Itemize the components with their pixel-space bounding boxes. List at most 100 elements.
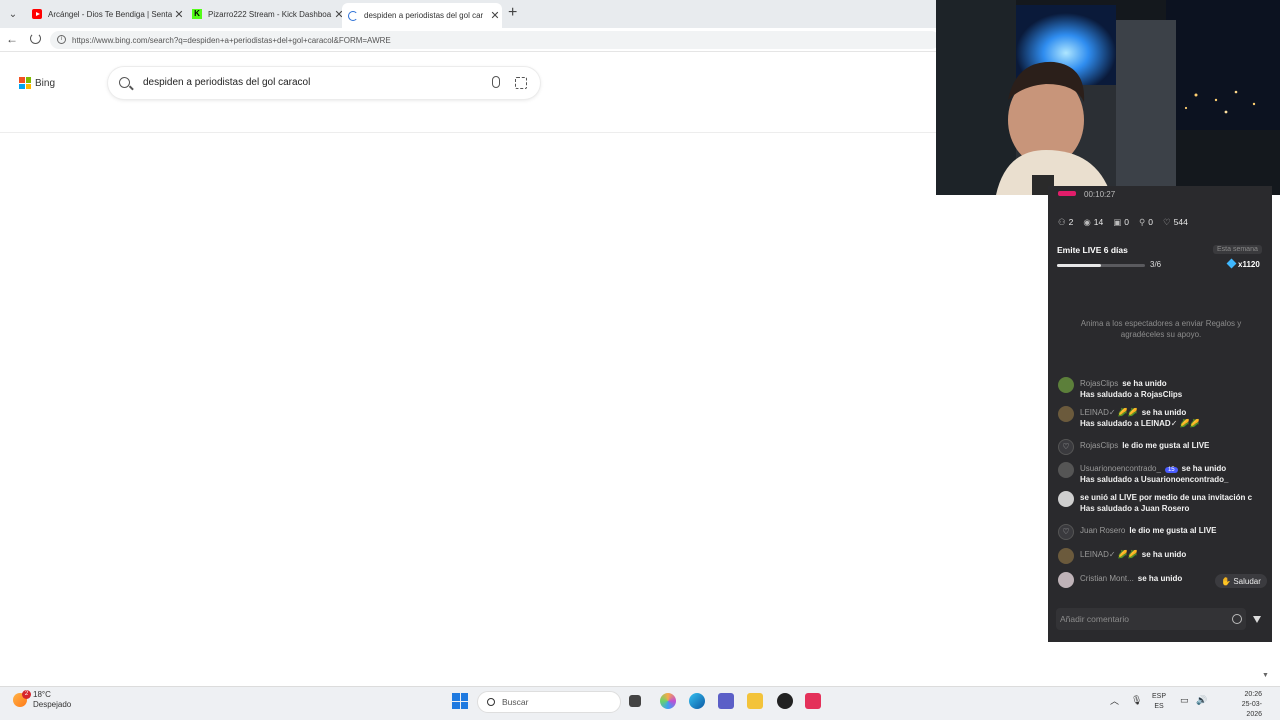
diamond-icon [1226,258,1237,269]
youtube-icon [32,9,42,19]
feed-username[interactable]: Juan Rosero [1080,526,1125,535]
filter-icon[interactable] [1253,616,1261,623]
heart-icon: ♡ [1058,524,1074,540]
microphone-icon[interactable] [492,76,500,88]
feed-greeting: Has saludado a LEINAD✓ 🌽🌽 [1080,419,1200,428]
scroll-down-arrow-icon[interactable]: ▼ [1262,672,1269,679]
weather-sun-icon: 2 [13,690,31,707]
share-icon: ⚲ [1139,217,1146,227]
bing-logo-text: Bing [35,77,56,89]
system-clock[interactable]: 20:26 25-03-2026 [1232,690,1262,720]
emoji-icon[interactable] [1232,614,1242,624]
tab-kick[interactable]: K Pizarro222 Stream - Kick Dashboa ✕ [186,3,346,25]
feed-username[interactable]: RojasClips [1080,379,1118,388]
bing-search-box[interactable]: despiden a periodistas del gol caracol [108,67,540,99]
live-stats: ⚇ 2 ◉ 14 ▣ 0 ⚲ 0 ♡ 544 [1058,217,1188,228]
shares-count: 0 [1148,217,1153,227]
tab-title: despiden a periodistas del gol car [364,11,484,20]
heart-icon: ♡ [1162,217,1171,227]
microphone-tray-icon[interactable]: 🎙 [1131,695,1142,705]
feed-action: se ha unido [1181,464,1227,473]
wave-hand-icon: ✋ [1221,576,1232,586]
clock-date: 25-03-2026 [1241,701,1262,718]
new-tab-plus-icon[interactable]: + [508,5,517,21]
feed-action: le dio me gusta al LIVE [1122,441,1210,450]
volume-icon[interactable]: 🔊 [1196,695,1207,705]
visual-search-icon[interactable] [515,77,527,89]
keyboard-layout: ES [1154,703,1164,710]
streak-progress-text: 3/6 [1150,260,1162,269]
people-count: 2 [1068,217,1074,227]
avatar[interactable] [1058,462,1074,478]
feed-action: se ha unido [1141,408,1187,417]
taskbar-search[interactable]: Buscar [477,691,621,713]
reload-icon[interactable] [30,33,41,44]
close-tab-icon[interactable]: ✕ [488,9,502,22]
streak-title: Emite LIVE 6 días [1057,245,1128,255]
header-divider [0,132,940,133]
feed-action: se unió al LIVE por medio de una invitac… [1080,493,1253,502]
network-icon[interactable]: ▭ [1180,695,1189,705]
loading-icon [348,10,358,21]
gifts-stat: ▣ 0 [1113,217,1129,228]
task-view-icon[interactable] [629,695,641,707]
bing-logo[interactable]: Bing [19,77,55,89]
avatar[interactable] [1058,406,1074,422]
feed-action: se ha unido [1137,574,1183,583]
language-indicator[interactable]: ESP ES [1152,692,1166,712]
gift-icon: ▣ [1113,217,1122,227]
comment-input[interactable]: Añadir comentario [1056,608,1246,630]
live-header: 00:10:27 [1048,186,1272,199]
tray-chevron-up-icon[interactable]: ︿ [1110,696,1119,706]
taskbar-search-placeholder: Buscar [502,697,529,707]
file-explorer-icon[interactable] [747,693,763,709]
feed-username[interactable]: Usuarionoencontrado_ [1080,464,1161,473]
tab-youtube[interactable]: Arcángel - Dios Te Bendiga | Senta ✕ [26,3,186,25]
teams-icon[interactable] [718,693,734,709]
avatar[interactable] [1058,491,1074,507]
obs-icon[interactable] [777,693,793,709]
tab-bing-search[interactable]: despiden a periodistas del gol car ✕ [342,3,502,28]
weather-widget[interactable]: 2 18°C Despejado [13,690,71,710]
webcam-overlay [936,0,1280,195]
feed-username[interactable]: RojasClips [1080,441,1118,450]
feed-username[interactable]: LEINAD✓ 🌽🌽 [1080,550,1138,559]
search-query[interactable]: despiden a periodistas del gol caracol [143,77,310,88]
site-info-icon[interactable]: i [57,35,66,44]
back-arrow-icon[interactable]: ← [6,32,18,46]
feed-username[interactable]: Cristian Mont... [1080,574,1134,583]
edge-icon[interactable] [689,693,705,709]
search-icon[interactable] [119,77,130,88]
windows-start-icon[interactable] [452,693,468,709]
saludar-label: Saludar [1233,576,1261,586]
avatar[interactable] [1058,548,1074,564]
streak-reward: x1120 [1226,258,1260,269]
windows-taskbar: 2 18°C Despejado Buscar ︿ 🎙 ESP ES ▭ 🔊 20:… [0,686,1280,720]
tab-title: Pizarro222 Stream - Kick Dashboa [208,9,332,19]
live-badge [1058,191,1076,196]
tab-list-chevron-icon[interactable]: ⌄ [4,5,22,23]
feed-action: le dio me gusta al LIVE [1129,526,1217,535]
tiktok-live-studio-icon[interactable] [805,693,821,709]
level-badge: 15 [1164,467,1178,473]
avatar[interactable] [1058,572,1074,588]
likes-count: 544 [1173,217,1188,227]
live-panel: 00:10:27 ⚇ 2 ◉ 14 ▣ 0 ⚲ 0 ♡ 544 Emite LIVE 6 … [1048,186,1272,642]
copilot-icon[interactable] [660,693,676,709]
feed-username[interactable]: LEINAD✓ 🌽🌽 [1080,408,1138,417]
gifts-count: 0 [1124,217,1130,227]
close-tab-icon[interactable]: ✕ [172,8,186,21]
avatar[interactable] [1058,377,1074,393]
microsoft-logo-icon [19,77,31,89]
feed-greeting: Has saludado a Juan Rosero [1080,504,1190,513]
people-stat: ⚇ 2 [1058,217,1073,228]
webcam-image [936,0,1280,195]
kick-icon: K [192,9,202,19]
live-timer: 00:10:27 [1084,190,1116,199]
streak-progress-bar [1057,264,1145,267]
address-bar[interactable]: i https://www.bing.com/search?q=despiden… [50,31,940,49]
notification-badge: 2 [22,690,31,699]
saludar-button[interactable]: ✋ Saludar [1215,574,1267,588]
feed-greeting: Has saludado a Usuarionoencontrado_ [1080,475,1229,484]
shares-stat: ⚲ 0 [1139,217,1153,228]
